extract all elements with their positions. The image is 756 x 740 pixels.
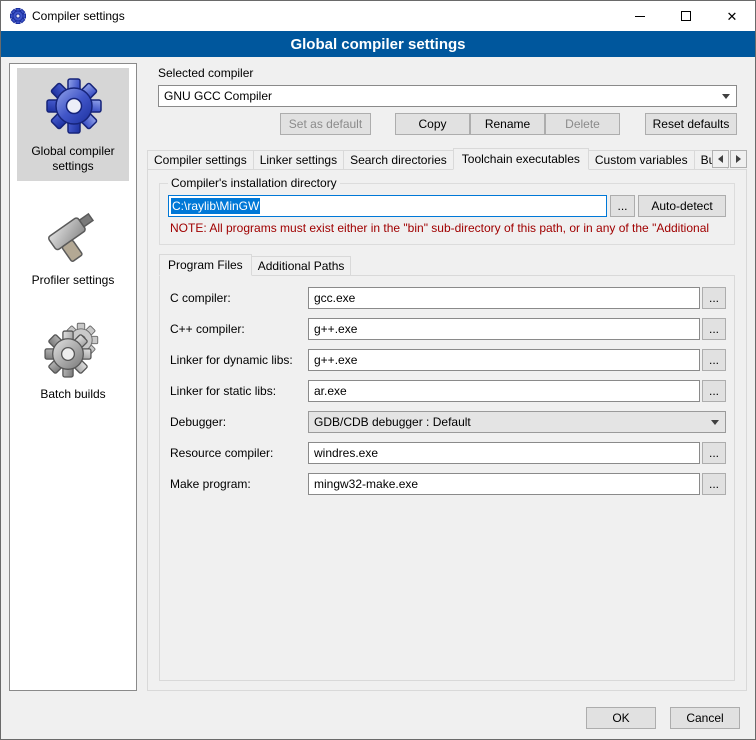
cpp-compiler-label: C++ compiler: (170, 322, 308, 336)
installation-directory-row: C:\raylib\MinGW ... Auto-detect (168, 195, 726, 217)
cpp-compiler-input[interactable] (308, 318, 700, 340)
reset-defaults-button[interactable]: Reset defaults (645, 113, 737, 135)
program-files-panel: C compiler: ... C++ compiler: ... Linker… (159, 275, 735, 681)
title-bar: Compiler settings ✕ (1, 1, 755, 31)
page-title: Global compiler settings (1, 31, 755, 57)
cancel-button[interactable]: Cancel (670, 707, 740, 729)
app-gear-icon (10, 8, 26, 24)
gray-gears-icon (41, 316, 105, 380)
compiler-select-value: GNU GCC Compiler (164, 89, 272, 103)
c-compiler-input[interactable] (308, 287, 700, 309)
sidebar-item-label: Global compiler settings (23, 144, 123, 174)
resource-compiler-input[interactable] (308, 442, 700, 464)
installation-directory-group-title: Compiler's installation directory (168, 176, 340, 190)
compiler-settings-dialog: Compiler settings ✕ Global compiler sett… (0, 0, 756, 740)
field-row-dynamic-linker: Linker for dynamic libs: ... (160, 349, 734, 371)
field-row-resource-compiler: Resource compiler: ... (160, 442, 734, 464)
installation-directory-input[interactable]: C:\raylib\MinGW (168, 195, 607, 217)
installation-directory-group: Compiler's installation directory C:\ray… (159, 183, 735, 245)
tab-program-files[interactable]: Program Files (159, 254, 252, 276)
settings-tab-strip: Compiler settings Linker settings Search… (147, 148, 747, 170)
static-linker-browse-button[interactable]: ... (702, 380, 726, 402)
blue-gear-icon (41, 73, 105, 137)
resource-compiler-browse-button[interactable]: ... (702, 442, 726, 464)
c-compiler-browse-button[interactable]: ... (702, 287, 726, 309)
auto-detect-button[interactable]: Auto-detect (638, 195, 726, 217)
debugger-select-value: GDB/CDB debugger : Default (314, 415, 471, 429)
arrow-right-icon (736, 155, 741, 163)
make-program-label: Make program: (170, 477, 308, 491)
make-program-browse-button[interactable]: ... (702, 473, 726, 495)
close-button[interactable]: ✕ (709, 1, 755, 31)
tab-custom-variables[interactable]: Custom variables (588, 150, 695, 170)
window-title: Compiler settings (32, 9, 125, 23)
arrow-left-icon (718, 155, 723, 163)
close-icon: ✕ (727, 10, 738, 23)
profiler-tool-icon (41, 202, 105, 266)
make-program-input[interactable] (308, 473, 700, 495)
minimize-icon (635, 16, 645, 17)
sidebar-item-label: Profiler settings (32, 273, 115, 288)
chevron-down-icon (705, 412, 725, 432)
minimize-button[interactable] (617, 1, 663, 31)
tab-toolchain-executables[interactable]: Toolchain executables (453, 148, 589, 170)
program-files-tab-strip: Program Files Additional Paths (159, 255, 735, 276)
toolchain-executables-panel: Compiler's installation directory C:\ray… (147, 169, 747, 691)
delete-button[interactable]: Delete (545, 113, 620, 135)
sidebar-item-profiler-settings[interactable]: Profiler settings (17, 197, 129, 295)
sidebar-item-label: Batch builds (40, 387, 105, 402)
sidebar-item-batch-builds[interactable]: Batch builds (17, 311, 129, 409)
tab-compiler-settings[interactable]: Compiler settings (147, 150, 254, 170)
tab-additional-paths[interactable]: Additional Paths (251, 256, 352, 276)
rename-button[interactable]: Rename (470, 113, 545, 135)
static-linker-label: Linker for static libs: (170, 384, 308, 398)
field-row-static-linker: Linker for static libs: ... (160, 380, 734, 402)
window-controls: ✕ (617, 1, 755, 31)
tab-linker-settings[interactable]: Linker settings (253, 150, 344, 170)
maximize-icon (681, 11, 691, 21)
c-compiler-label: C compiler: (170, 291, 308, 305)
dynamic-linker-input[interactable] (308, 349, 700, 371)
static-linker-input[interactable] (308, 380, 700, 402)
tab-scroll-right-button[interactable] (730, 150, 747, 168)
ok-button[interactable]: OK (586, 707, 656, 729)
installation-directory-value: C:\raylib\MinGW (171, 198, 260, 214)
sidebar-item-global-compiler-settings[interactable]: Global compiler settings (17, 68, 129, 181)
tab-search-directories[interactable]: Search directories (343, 150, 454, 170)
field-row-make-program: Make program: ... (160, 473, 734, 495)
chevron-down-icon (716, 86, 736, 106)
field-row-cpp-compiler: C++ compiler: ... (160, 318, 734, 340)
compiler-select[interactable]: GNU GCC Compiler (158, 85, 737, 107)
tab-scroll-controls (712, 150, 747, 168)
field-row-c-compiler: C compiler: ... (160, 287, 734, 309)
dynamic-linker-browse-button[interactable]: ... (702, 349, 726, 371)
tab-scroll-left-button[interactable] (712, 150, 729, 168)
installation-directory-browse-button[interactable]: ... (610, 195, 635, 217)
field-row-debugger: Debugger: GDB/CDB debugger : Default (160, 411, 734, 433)
selected-compiler-label: Selected compiler (158, 66, 747, 80)
settings-category-list: Global compiler settings Profiler s (9, 63, 137, 691)
debugger-label: Debugger: (170, 415, 308, 429)
resource-compiler-label: Resource compiler: (170, 446, 308, 460)
set-as-default-button[interactable]: Set as default (280, 113, 371, 135)
main-content: Selected compiler GNU GCC Compiler Set a… (147, 63, 747, 691)
dialog-footer: OK Cancel (1, 697, 755, 739)
bin-subdirectory-note: NOTE: All programs must exist either in … (170, 221, 726, 235)
debugger-select[interactable]: GDB/CDB debugger : Default (308, 411, 726, 433)
dialog-body: Global compiler settings Profiler s (1, 57, 755, 697)
program-files-section: Program Files Additional Paths C compile… (159, 255, 735, 690)
copy-button[interactable]: Copy (395, 113, 470, 135)
cpp-compiler-browse-button[interactable]: ... (702, 318, 726, 340)
dynamic-linker-label: Linker for dynamic libs: (170, 353, 308, 367)
maximize-button[interactable] (663, 1, 709, 31)
compiler-actions: Set as default Copy Rename Delete Reset … (158, 113, 737, 135)
